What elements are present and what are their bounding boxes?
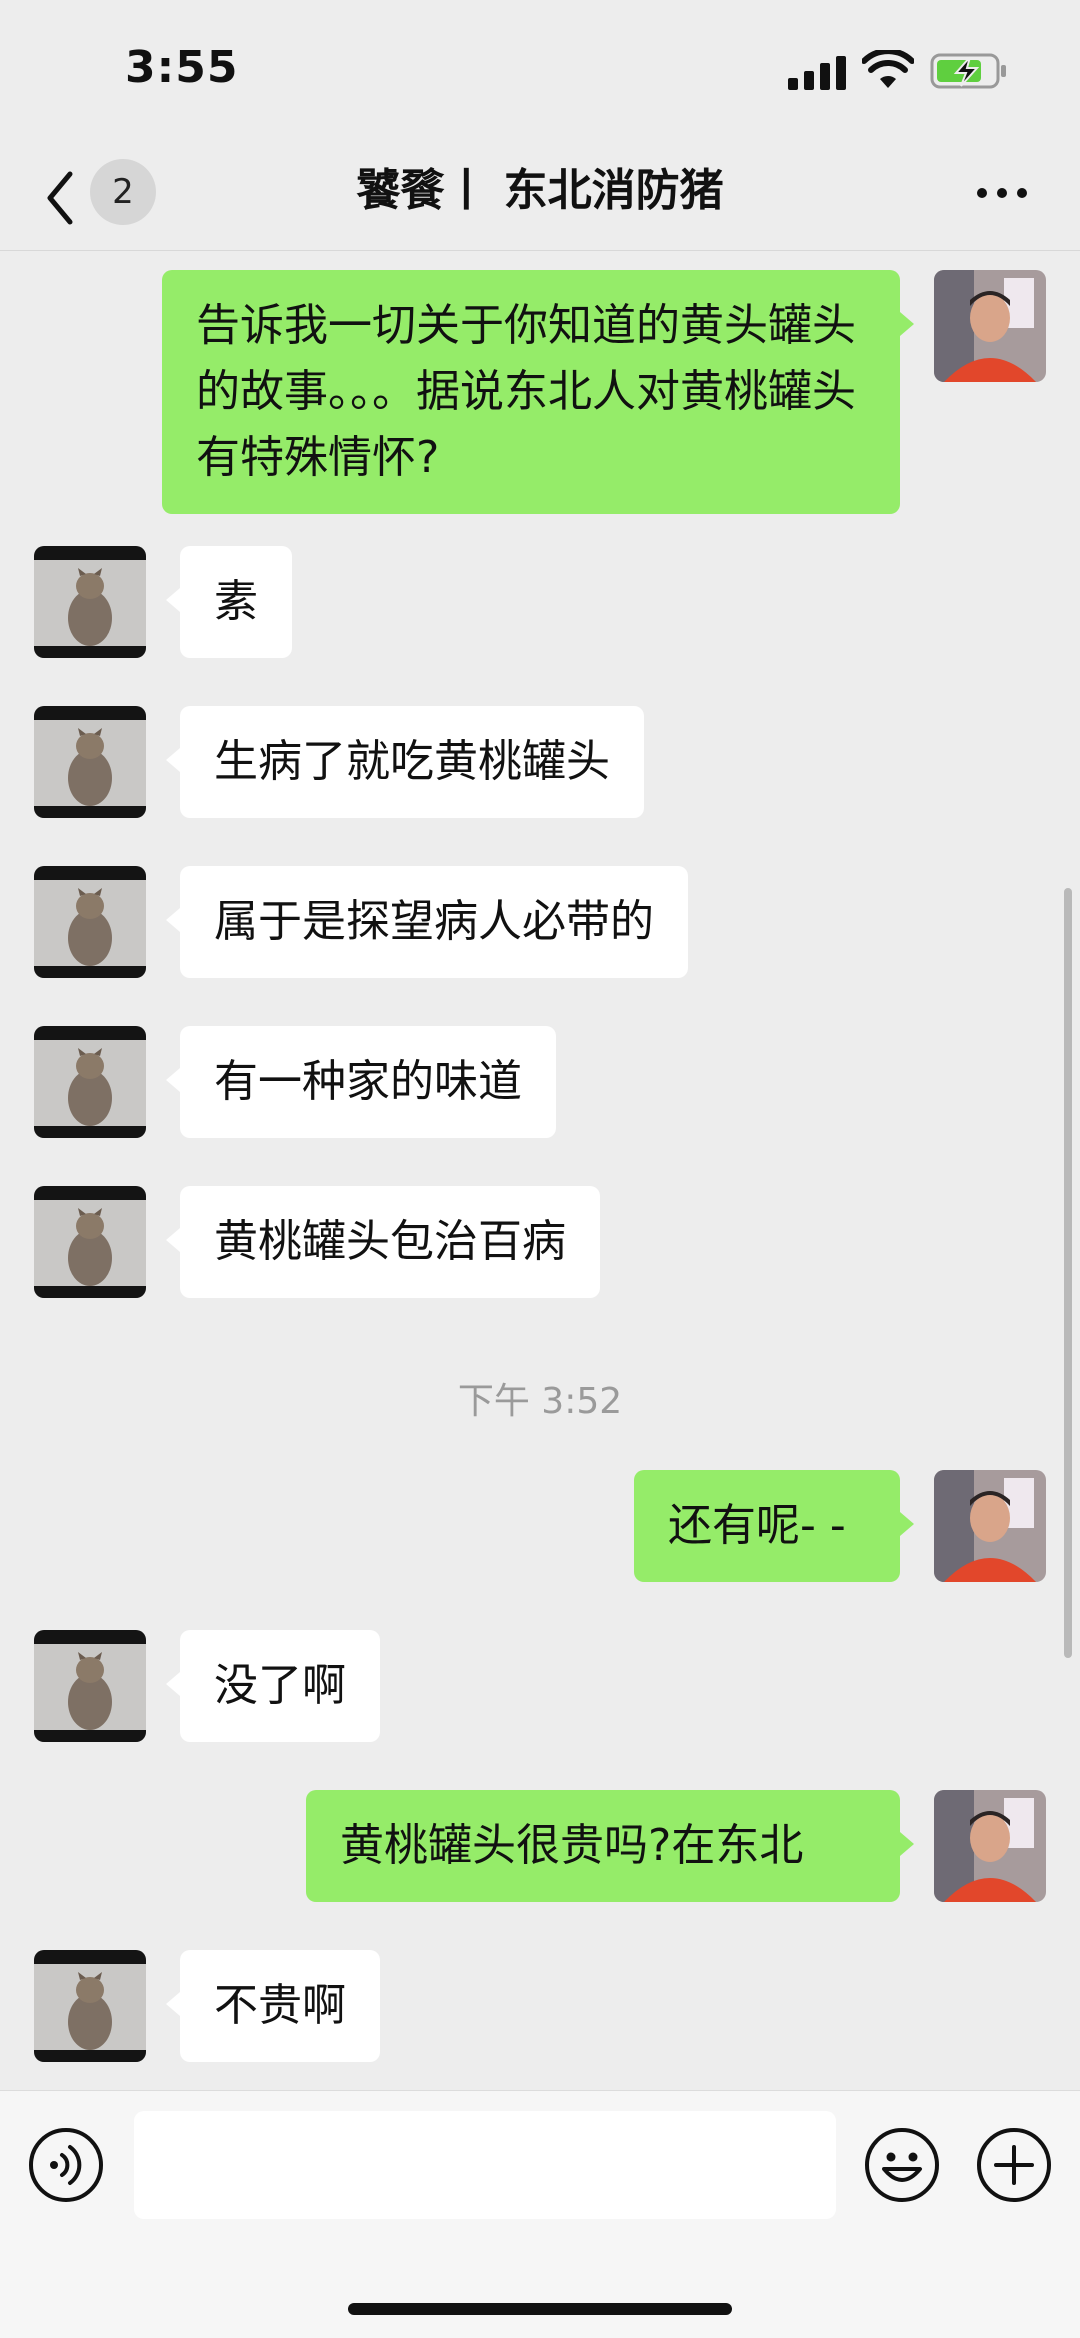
message-bubble[interactable]: 不贵啊 — [166, 1950, 380, 2062]
message-list[interactable]: 告诉我一切关于你知道的黄头罐头的故事。。。据说东北人对黄桃罐头有特殊情怀? 素 … — [0, 250, 1080, 2090]
more-dots-icon[interactable] — [975, 186, 1029, 200]
message-bubble[interactable]: 有一种家的味道 — [166, 1026, 556, 1138]
contact-avatar[interactable] — [34, 866, 146, 978]
message-bubble[interactable]: 黄桃罐头包治百病 — [166, 1186, 600, 1298]
self-avatar[interactable] — [934, 1790, 1046, 1902]
self-avatar[interactable] — [934, 270, 1046, 382]
message-bubble[interactable]: 生病了就吃黄桃罐头 — [166, 706, 644, 818]
signal-icon — [788, 56, 846, 90]
emoji-icon[interactable] — [864, 2127, 940, 2203]
contact-avatar[interactable] — [34, 1630, 146, 1742]
chat-title: 饕餮丨 东北消防猪 — [356, 165, 724, 216]
contact-avatar[interactable] — [34, 1186, 146, 1298]
battery-charging-icon — [930, 53, 1006, 89]
message-timestamp: 下午 3:52 — [457, 1381, 623, 1422]
plus-icon[interactable] — [976, 2127, 1052, 2203]
home-indicator[interactable] — [348, 2303, 732, 2315]
message-bubble[interactable]: 还有呢- - — [634, 1470, 914, 1582]
message-input[interactable] — [134, 2111, 836, 2219]
message-bubble[interactable]: 没了啊 — [166, 1630, 380, 1742]
self-avatar[interactable] — [934, 1470, 1046, 1582]
contact-avatar[interactable] — [34, 546, 146, 658]
status-time: 3:55 — [125, 42, 239, 93]
contact-avatar[interactable] — [34, 706, 146, 818]
contact-avatar[interactable] — [34, 1026, 146, 1138]
input-bar — [0, 2090, 1080, 2338]
chat-header: 2 饕餮丨 东北消防猪 — [0, 150, 1080, 251]
status-bar: 3:55 — [0, 0, 1080, 150]
scrollbar[interactable] — [1064, 888, 1072, 1658]
message-bubble[interactable]: 告诉我一切关于你知道的黄头罐头的故事。。。据说东北人对黄桃罐头有特殊情怀? — [162, 270, 914, 514]
voice-icon[interactable] — [28, 2127, 104, 2203]
wifi-icon — [862, 50, 914, 88]
message-bubble[interactable]: 素 — [166, 546, 292, 658]
contact-avatar[interactable] — [34, 1950, 146, 2062]
message-bubble[interactable]: 属于是探望病人必带的 — [166, 866, 688, 978]
message-bubble[interactable]: 黄桃罐头很贵吗?在东北 — [306, 1790, 914, 1902]
